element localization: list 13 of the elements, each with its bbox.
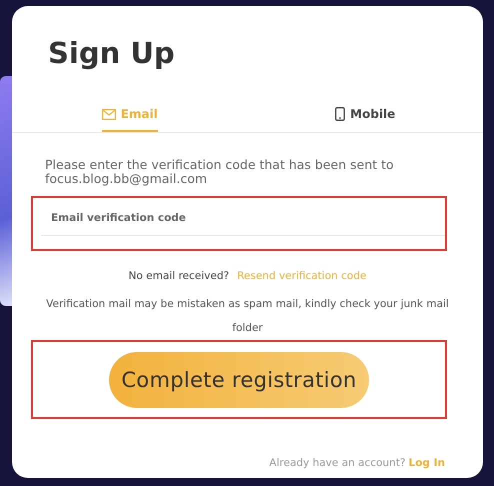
mail-icon bbox=[102, 108, 116, 120]
spam-notice: Verification mail may be mistaken as spam mail, kindly check your junk mail folder bbox=[45, 297, 450, 336]
page-title: Sign Up bbox=[48, 36, 176, 70]
resend-link[interactable]: Resend verification code bbox=[237, 270, 366, 282]
account-prompt: Already have an account? bbox=[269, 457, 406, 469]
login-link[interactable]: Log In bbox=[408, 457, 445, 469]
tab[interactable]: Email bbox=[12, 107, 248, 132]
phone-icon bbox=[335, 107, 346, 121]
code-input-field[interactable]: Email verification code bbox=[41, 207, 447, 236]
instruction-text: Please enter the verification code that has been sent to focus.blog.bb@gmail.com bbox=[45, 158, 395, 186]
no-email-text: No email received? bbox=[128, 270, 230, 282]
complete-registration-button[interactable]: Complete registration bbox=[109, 352, 369, 408]
tab[interactable]: Mobile bbox=[248, 107, 483, 132]
